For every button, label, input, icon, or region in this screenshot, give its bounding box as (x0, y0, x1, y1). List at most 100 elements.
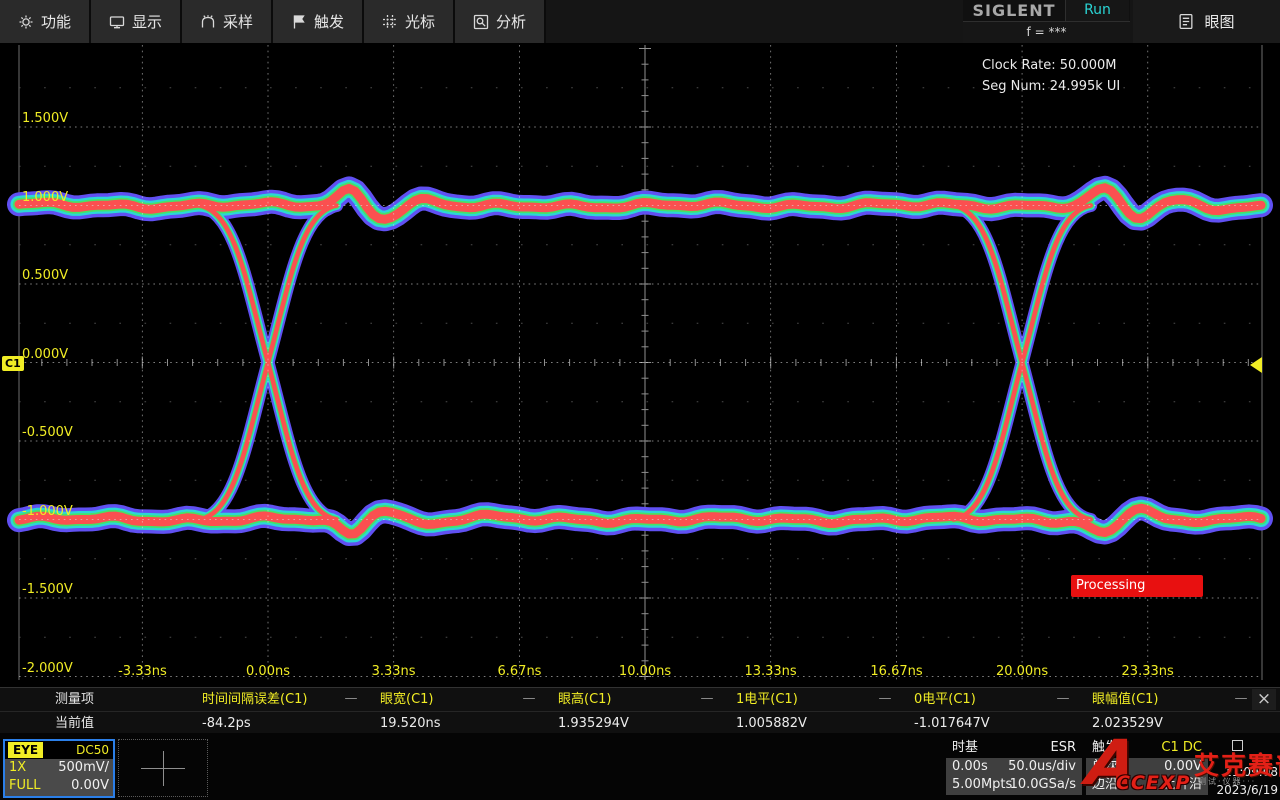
menu-item-label: 采样 (223, 11, 253, 32)
memory-depth: 5.00Mpts (952, 776, 1012, 794)
trigger-frequency-readout: f = *** (963, 21, 1130, 43)
sample-rate: 10.0GSa/s (1010, 776, 1076, 794)
measurement-column-header: 0电平(C1) (914, 688, 976, 711)
analysis-magnifier-icon (473, 14, 489, 30)
voltage-axis-label: -1.500V (22, 582, 73, 597)
measurement-items-label: 测量项 (55, 688, 94, 711)
oscilloscope-screen: 功能 显示 采样 触发 光标 (0, 0, 1280, 800)
time-axis-label: 16.67ns (861, 664, 933, 679)
menu-item-function[interactable]: 功能 (0, 0, 91, 43)
measurement-value: 1.935294V (558, 712, 629, 735)
run-status-label: Run (1084, 2, 1111, 18)
time-per-div: 50.0us/div (1008, 758, 1076, 776)
time-axis-label: 13.33ns (735, 664, 807, 679)
menu-item-analysis[interactable]: 分析 (455, 0, 546, 43)
time-axis-label: -3.33ns (106, 664, 178, 679)
menu-item-label: 显示 (132, 11, 162, 32)
trigger-source: C1 DC (1161, 739, 1202, 757)
display-icon (109, 14, 125, 30)
bottom-status-bar: EYE DC50 1X 500mV/ FULL 0.00V 时基 ESR 0.0… (0, 733, 1280, 800)
trigger-flag-icon (291, 14, 307, 30)
plus-icon (163, 751, 164, 786)
acquisition-mode: ESR (1051, 739, 1077, 757)
measurement-value-row: 当前值 -84.2ps 19.520ns 1.935294V 1.005882V -1.… (0, 711, 1280, 735)
measurement-header-row: 测量项 时间间隔误差(C1) — 眼宽(C1) — 眼高(C1) — 1电平(C1) — 0电平… (0, 688, 1280, 711)
eye-menu-label: 眼图 (1204, 11, 1234, 32)
document-list-icon (1178, 13, 1194, 30)
remove-measurement-button[interactable]: — (698, 688, 716, 709)
sampling-icon (200, 14, 216, 30)
measurement-column-header: 眼高(C1) (558, 688, 612, 711)
remove-measurement-button[interactable]: — (1054, 688, 1072, 709)
menu-item-display[interactable]: 显示 (91, 0, 182, 43)
timebase-box[interactable]: 时基 ESR 0.00s 50.0us/div 5.00Mpts 10.0GSa… (946, 739, 1082, 795)
trigger-title: 触发 (1092, 739, 1118, 757)
seg-num-readout: Seg Num: 24.995k UI (982, 76, 1120, 97)
measurement-value: -84.2ps (202, 712, 251, 735)
measurement-value: 2.023529V (1092, 712, 1163, 735)
measurement-column-header: 眼宽(C1) (380, 688, 434, 711)
eye-diagram-menu-button[interactable]: 眼图 (1133, 0, 1280, 43)
measurement-column-header: 时间间隔误差(C1) (202, 688, 308, 711)
voltage-axis-label: 0.500V (22, 268, 68, 283)
horizontal-delay: 0.00s (952, 758, 988, 776)
time-axis-label: 10.00ns (609, 664, 681, 679)
trigger-slope: 上升沿 (1163, 776, 1202, 794)
remove-measurement-button[interactable]: — (342, 688, 360, 709)
measurement-value: 19.520ns (380, 712, 441, 735)
trigger-type: 边沿 (1092, 776, 1118, 794)
trigger-level-marker[interactable] (1250, 357, 1262, 373)
measurement-table: 测量项 时间间隔误差(C1) — 眼宽(C1) — 眼高(C1) — 1电平(C1) — 0电平… (0, 687, 1280, 734)
measurement-column-header: 1电平(C1) (736, 688, 798, 711)
voltage-axis-label: -2.000V (22, 661, 73, 676)
processing-status-badge: Processing (1071, 575, 1203, 597)
remove-measurement-button[interactable]: — (876, 688, 894, 709)
top-menu-bar: 功能 显示 采样 触发 光标 (0, 0, 1280, 43)
screenshot-icon[interactable] (1232, 740, 1243, 751)
current-value-label: 当前值 (55, 712, 94, 735)
menu-item-cursor[interactable]: 光标 (364, 0, 455, 43)
channel-c1-marker[interactable]: C1 (2, 356, 24, 371)
system-time: 11:09:08 (1224, 765, 1278, 779)
menu-item-trigger[interactable]: 触发 (273, 0, 364, 43)
waveform-display[interactable]: Clock Rate: 50.000M Seg Num: 24.995k UI … (0, 43, 1280, 687)
menu-item-label: 光标 (405, 11, 435, 32)
measurement-column-header: 眼幅值(C1) (1092, 688, 1159, 711)
time-axis-label: 0.00ns (232, 664, 304, 679)
channel-mode-badge: EYE (8, 742, 43, 758)
eye-status-overlay: Clock Rate: 50.000M Seg Num: 24.995k UI (982, 55, 1120, 97)
trigger-box[interactable]: 触发 C1 DC 单次 0.00V 边沿 上升沿 (1086, 739, 1208, 795)
voltage-axis-label: -0.500V (22, 425, 73, 440)
datetime-box: 11:09:08 2023/6/19 (1212, 739, 1278, 795)
measurement-value: -1.017647V (914, 712, 990, 735)
time-axis-label: 3.33ns (358, 664, 430, 679)
voltage-axis-label: 1.500V (22, 111, 68, 126)
add-channel-placeholder[interactable] (118, 739, 208, 797)
time-axis-label: 6.67ns (483, 664, 555, 679)
bandwidth-limit: FULL (9, 777, 40, 795)
close-measurement-table-button[interactable]: × (1252, 689, 1276, 710)
channel-descriptor-box[interactable]: EYE DC50 1X 500mV/ FULL 0.00V (3, 739, 115, 798)
voltage-axis-label: -1.000V (22, 504, 73, 519)
voltage-axis-label: 0.000V (22, 347, 68, 362)
volts-per-div: 500mV/ (58, 759, 109, 777)
remove-measurement-button[interactable]: — (1232, 688, 1250, 709)
time-axis-label: 23.33ns (1112, 664, 1184, 679)
siglent-logo: SIGLENT (963, 0, 1065, 21)
remove-measurement-button[interactable]: — (520, 688, 538, 709)
channel-offset: 0.00V (71, 777, 109, 795)
channel-impedance: DC50 (76, 742, 109, 758)
cursor-grid-icon (382, 14, 398, 30)
timebase-title: 时基 (952, 739, 978, 757)
gear-icon (18, 14, 34, 30)
brand-status-box: SIGLENT Run f = *** (963, 0, 1130, 43)
trigger-level: 0.00V (1164, 758, 1202, 776)
run-status[interactable]: Run (1065, 0, 1129, 21)
menu-item-label: 触发 (314, 11, 344, 32)
system-date: 2023/6/19 (1216, 783, 1278, 797)
channel-settings: 1X 500mV/ FULL 0.00V (5, 759, 113, 796)
measurement-value: 1.005882V (736, 712, 807, 735)
clock-rate-readout: Clock Rate: 50.000M (982, 55, 1120, 76)
probe-attenuation: 1X (9, 759, 26, 777)
menu-item-sampling[interactable]: 采样 (182, 0, 273, 43)
